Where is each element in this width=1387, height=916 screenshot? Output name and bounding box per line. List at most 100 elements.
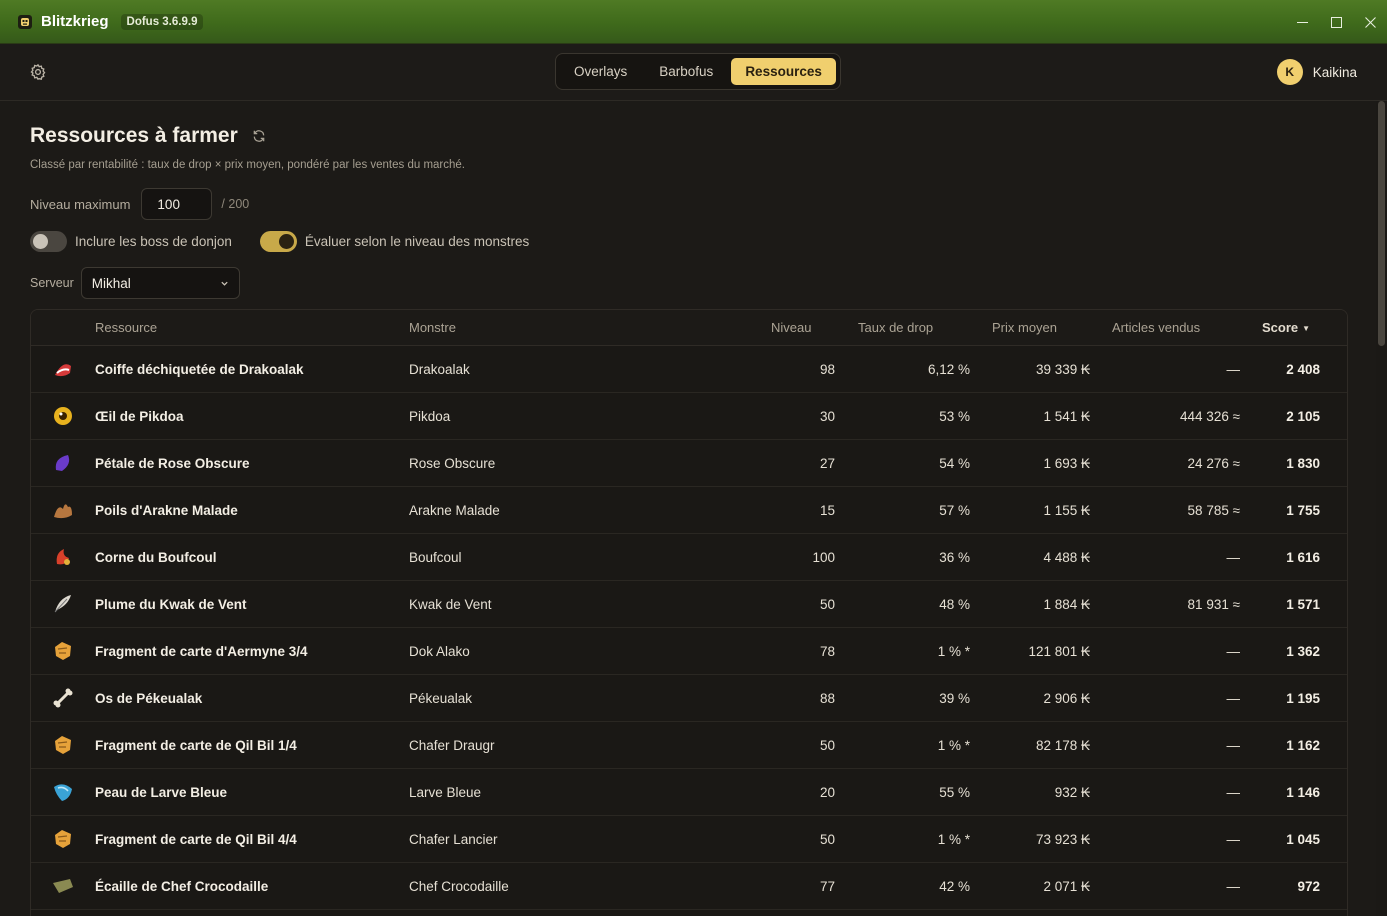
cell-score: 1 195: [1286, 690, 1320, 706]
scrollbar-thumb[interactable]: [1378, 101, 1385, 346]
header-sold[interactable]: Articles vendus: [1090, 320, 1240, 335]
table-row[interactable]: Os de Pékeualak Pékeualak 88 39 % 2 906 …: [31, 675, 1347, 722]
tab-barbofus[interactable]: Barbofus: [645, 58, 727, 85]
cell-resource: Fragment de carte d'Aermyne 3/4: [95, 643, 308, 659]
cell-price: 73 923 ₭: [1035, 831, 1090, 847]
cell-sold: —: [1226, 690, 1241, 706]
cell-sold: 81 931 ≈: [1187, 596, 1240, 612]
cell-monster: Kwak de Vent: [409, 596, 492, 612]
table-row[interactable]: Fragment de carte d'Aermyne 3/4 Dok Alak…: [31, 628, 1347, 675]
cell-sold: 58 785 ≈: [1187, 502, 1240, 518]
page-title: Ressources à farmer: [30, 124, 238, 147]
cell-price: 121 801 ₭: [1028, 643, 1090, 659]
cell-resource: Fragment de carte de Qil Bil 1/4: [95, 737, 297, 753]
table-row[interactable]: Écaille de Chef Crocodaille Chef Crocoda…: [31, 863, 1347, 910]
table-row[interactable]: Coiffe déchiquetée de Drakoalak Drakoala…: [31, 346, 1347, 393]
level-max: / 200: [221, 197, 250, 211]
cell-price: 4 488 ₭: [1043, 549, 1090, 565]
cell-monster: Boufcoul: [409, 549, 462, 565]
username: Kaikina: [1312, 64, 1357, 80]
cell-drop: 1 % *: [937, 831, 970, 847]
cell-sold: —: [1226, 737, 1241, 753]
cell-score: 1 830: [1286, 455, 1320, 471]
table-row[interactable]: Poils d'Arakne Malade Arakne Malade 15 5…: [31, 487, 1347, 534]
cell-drop: 36 %: [939, 549, 970, 565]
cell-resource: Poils d'Arakne Malade: [95, 502, 238, 518]
max-level-input[interactable]: [141, 188, 213, 220]
resources-table: Ressource Monstre Niveau Taux de drop Pr…: [30, 309, 1348, 916]
cell-monster: Rose Obscure: [409, 455, 496, 471]
monster-level-toggle[interactable]: [259, 231, 297, 252]
cell-drop: 39 %: [939, 690, 970, 706]
cell-drop: 54 %: [939, 455, 970, 471]
header-price[interactable]: Prix moyen: [970, 320, 1090, 335]
header-level[interactable]: Niveau: [743, 320, 835, 335]
cell-level: 15: [819, 502, 835, 518]
table-row[interactable]: Fragment de carte de Qil Bil 1/4 Chafer …: [31, 722, 1347, 769]
cell-price: 2 071 ₭: [1043, 878, 1090, 894]
close-button[interactable]: [1353, 0, 1387, 44]
minimize-button[interactable]: [1285, 0, 1319, 44]
cell-resource: Écaille de Chef Crocodaille: [95, 878, 269, 894]
map-fragment-icon: [55, 642, 71, 660]
header-score[interactable]: Score ▼: [1240, 320, 1320, 335]
main-content: Ressources à farmer Classé par rentabili…: [0, 101, 1376, 916]
chevron-down-icon: [221, 281, 228, 286]
cell-level: 50: [819, 596, 835, 612]
nav-bar: Overlays Barbofus Ressources K Kaikina: [0, 44, 1387, 101]
map-fragment-icon: [55, 830, 71, 848]
map-fragment-icon: [55, 736, 71, 754]
cell-resource: Peau de Larve Bleue: [95, 784, 228, 800]
cell-monster: Arakne Malade: [409, 502, 500, 518]
cell-level: 20: [819, 784, 835, 800]
cell-score: 2 408: [1286, 361, 1320, 377]
tab-ressources[interactable]: Ressources: [731, 58, 836, 85]
feather-icon: [54, 595, 71, 613]
cell-sold: 24 276 ≈: [1187, 455, 1240, 471]
maximize-button[interactable]: [1319, 0, 1353, 44]
scale-icon: [53, 879, 73, 893]
cell-price: 1 693 ₭: [1043, 455, 1090, 471]
horn-icon: [56, 549, 70, 565]
cell-monster: Chafer Draugr: [409, 737, 495, 753]
cell-monster: Dok Alako: [409, 643, 470, 659]
cell-price: 932 ₭: [1054, 784, 1090, 800]
header-resource[interactable]: Ressource: [95, 320, 409, 335]
tab-overlays[interactable]: Overlays: [560, 58, 641, 85]
header-score-label: Score: [1262, 320, 1299, 335]
refresh-button[interactable]: [252, 129, 266, 143]
cell-level: 30: [819, 408, 835, 424]
server-select[interactable]: Mikhal: [80, 267, 240, 299]
cell-monster: Pikdoa: [409, 408, 451, 424]
cell-monster: Pékeualak: [409, 690, 473, 706]
table-row[interactable]: Fragment de carte de Qil Bil 4/4 Chafer …: [31, 816, 1347, 863]
cell-level: 100: [812, 549, 835, 565]
version-badge: Dofus 3.6.9.9: [120, 13, 204, 30]
hat-icon: [55, 364, 71, 377]
table-header: Ressource Monstre Niveau Taux de drop Pr…: [31, 310, 1347, 346]
include-boss-toggle[interactable]: [30, 231, 67, 252]
cell-price: 82 178 ₭: [1035, 737, 1090, 753]
cell-drop: 48 %: [939, 596, 970, 612]
cell-score: 972: [1297, 878, 1320, 894]
cell-drop: 57 %: [939, 502, 970, 518]
table-row[interactable]: Pétale de Rose Obscure Rose Obscure 27 5…: [31, 440, 1347, 487]
bone-icon: [53, 688, 73, 708]
page-subtitle: Classé par rentabilité : taux de drop × …: [30, 159, 466, 171]
table-row[interactable]: Plume du Kwak de Vent Kwak de Vent 50 48…: [31, 581, 1347, 628]
cell-score: 1 571: [1286, 596, 1320, 612]
table-row[interactable]: Peau de Larve Bleue Larve Bleue 20 55 % …: [31, 769, 1347, 816]
header-drop[interactable]: Taux de drop: [835, 320, 970, 335]
minimize-icon: [1296, 21, 1308, 23]
header-monster[interactable]: Monstre: [409, 320, 743, 335]
table-row[interactable]: Œil de Pikdoa Pikdoa 30 53 % 1 541 ₭ 444…: [31, 393, 1347, 440]
cell-sold: —: [1226, 878, 1241, 894]
cell-resource: Corne du Boufcoul: [95, 549, 217, 565]
user-menu[interactable]: K Kaikina: [1276, 59, 1357, 85]
settings-button[interactable]: [29, 63, 47, 81]
monster-level-label: Évaluer selon le niveau des monstres: [304, 234, 530, 249]
petal-icon: [55, 455, 70, 471]
table-row[interactable]: Corne du Boufcoul Boufcoul 100 36 % 4 48…: [31, 534, 1347, 581]
cell-level: 50: [819, 831, 835, 847]
close-icon: [1364, 16, 1376, 28]
